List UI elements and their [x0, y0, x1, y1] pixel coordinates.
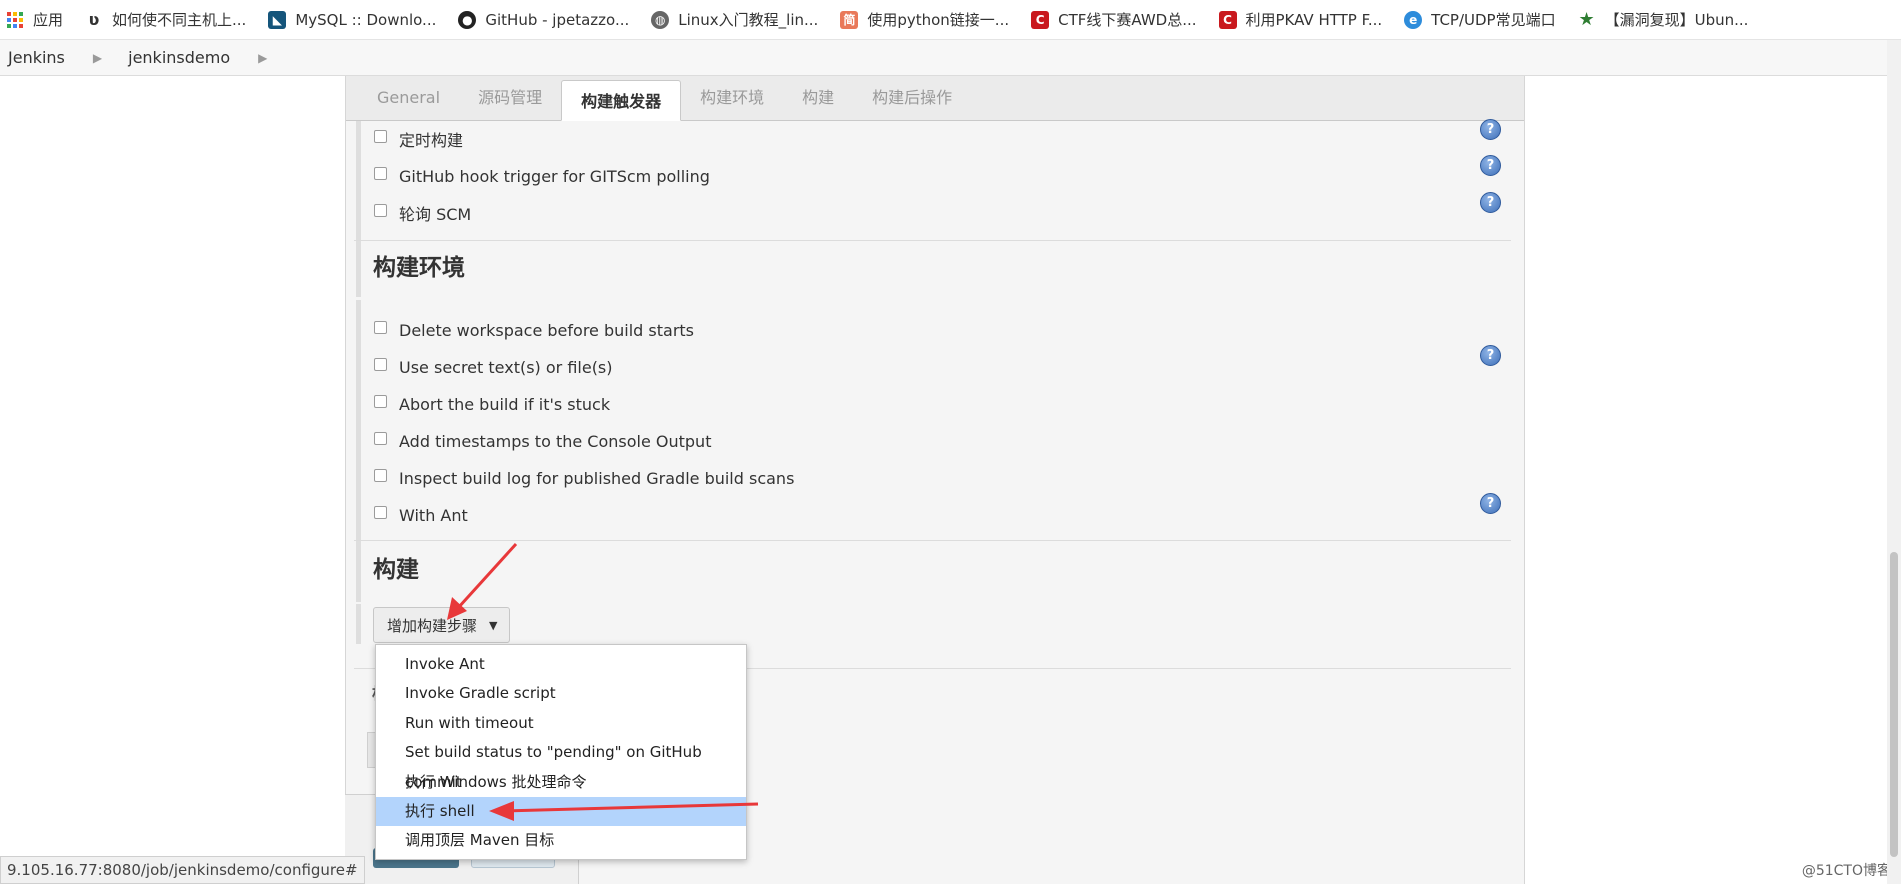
breadcrumb-jenkins[interactable]: Jenkins [8, 48, 65, 67]
bookmark-label: 【漏洞复现】Ubun... [1604, 11, 1749, 29]
status-url: 9.105.16.77:8080/job/jenkinsdemo/configu… [0, 856, 365, 884]
option-label: Delete workspace before build starts [399, 320, 695, 340]
bookmark-item[interactable]: ● GitHub - jpetazzo... [458, 10, 630, 29]
checkbox[interactable] [374, 468, 387, 482]
add-build-step-button[interactable]: 增加构建步骤 ▼ [373, 607, 510, 643]
csdn-icon: C [1218, 10, 1237, 29]
menu-item-invoke-gradle[interactable]: Invoke Gradle script [376, 679, 746, 708]
checkbox[interactable] [374, 320, 387, 334]
tab-build-environment[interactable]: 构建环境 [681, 75, 783, 120]
help-icon[interactable]: ? [1480, 155, 1501, 176]
caret-down-icon: ▼ [489, 618, 498, 632]
star-icon: ★ [1578, 9, 1595, 30]
menu-item-execute-shell[interactable]: 执行 shell [376, 796, 746, 827]
checkbox[interactable] [374, 394, 387, 408]
help-icon[interactable]: ? [1480, 119, 1501, 140]
section-title-build-env: 构建环境 [373, 255, 465, 281]
build-step-dropdown: Invoke Ant Invoke Gradle script Run with… [375, 644, 747, 860]
env-option[interactable]: Use secret text(s) or file(s) [374, 355, 613, 379]
apps-grid-icon [6, 11, 24, 29]
divider [354, 240, 1511, 241]
bookmark-item[interactable]: ◍ Linux入门教程_lin... [651, 9, 818, 30]
section-indent-bar [356, 604, 361, 644]
section-title-build: 构建 [373, 557, 419, 583]
chevron-right-icon[interactable]: ▶ [93, 51, 102, 65]
bookmark-label: 使用python链接一... [867, 11, 1010, 29]
option-label: Add timestamps to the Console Output [399, 431, 712, 451]
bookmark-label: TCP/UDP常见端口 [1431, 11, 1556, 29]
bookmark-apps[interactable]: 应用 [6, 9, 63, 30]
section-indent-bar [356, 121, 361, 297]
menu-item-set-build-status[interactable]: Set build status to "pending" on GitHub … [376, 738, 746, 790]
menu-item-windows-batch[interactable]: 执行 Windows 批处理命令 [376, 768, 746, 797]
bookmark-label: 如何使不同主机上... [112, 11, 247, 29]
help-icon[interactable]: ? [1480, 345, 1501, 366]
option-label: GitHub hook trigger for GITScm polling [399, 166, 710, 186]
env-option[interactable]: Abort the build if it's stuck [374, 392, 610, 416]
checkbox[interactable] [374, 166, 387, 180]
checkbox[interactable] [374, 203, 387, 217]
bookmark-item[interactable]: ◣ MySQL :: Downlo... [268, 10, 437, 29]
csdn-icon: C [1031, 10, 1050, 29]
checkbox[interactable] [374, 129, 387, 143]
trigger-option[interactable]: 轮询 SCM [374, 201, 471, 225]
env-option[interactable]: Add timestamps to the Console Output [374, 429, 711, 453]
bookmark-item[interactable]: 简 使用python链接一... [840, 9, 1009, 30]
option-label: 轮询 SCM [399, 205, 472, 224]
chevron-right-icon[interactable]: ▶ [258, 51, 267, 65]
bookmark-label: 利用PKAV HTTP F... [1245, 11, 1383, 29]
tab-scm[interactable]: 源码管理 [459, 75, 561, 120]
bookmark-label: GitHub - jpetazzo... [485, 10, 630, 29]
tab-post-build[interactable]: 构建后操作 [853, 75, 971, 120]
watermark: @51CTO博客 [1801, 863, 1891, 879]
tab-build-triggers[interactable]: 构建触发器 [561, 80, 682, 121]
env-option[interactable]: With Ant [374, 503, 468, 527]
checkbox[interactable] [374, 505, 387, 519]
help-icon[interactable]: ? [1480, 192, 1501, 213]
bookmark-label: MySQL :: Downlo... [295, 10, 437, 29]
env-option[interactable]: Inspect build log for published Gradle b… [374, 466, 794, 490]
option-label: Abort the build if it's stuck [399, 394, 611, 414]
menu-item-maven[interactable]: 调用顶层 Maven 目标 [376, 826, 746, 855]
env-option[interactable]: Delete workspace before build starts [374, 318, 694, 342]
checkbox[interactable] [374, 431, 387, 445]
option-label: Inspect build log for published Gradle b… [399, 468, 795, 488]
globe-icon: ◍ [651, 10, 670, 29]
bookmark-item[interactable]: ʋ 如何使不同主机上... [85, 9, 247, 30]
bookmark-item[interactable]: e TCP/UDP常见端口 [1404, 9, 1556, 30]
trigger-option[interactable]: 定时构建 [374, 127, 463, 151]
breadcrumb-job[interactable]: jenkinsdemo [128, 48, 230, 67]
bookmark-label: CTF线下赛AWD总... [1058, 11, 1197, 29]
mysql-icon: ◣ [268, 10, 287, 29]
github-icon: ● [458, 10, 477, 29]
checkbox[interactable] [374, 357, 387, 371]
jianshu-icon: 简 [840, 10, 859, 29]
tab-general[interactable]: General [358, 75, 459, 120]
option-label: Use secret text(s) or file(s) [399, 357, 613, 377]
bookmark-item[interactable]: C 利用PKAV HTTP F... [1218, 9, 1383, 30]
option-label: With Ant [399, 505, 468, 525]
section-indent-bar [356, 300, 361, 602]
bookmark-label: Linux入门教程_lin... [678, 11, 819, 29]
option-label: 定时构建 [399, 131, 464, 150]
divider [354, 540, 1511, 541]
bookmark-item[interactable]: C CTF线下赛AWD总... [1031, 9, 1197, 30]
edge-icon: e [1404, 10, 1423, 29]
tab-build[interactable]: 构建 [783, 75, 853, 120]
bookmark-label: 应用 [33, 11, 64, 29]
add-build-step-label: 增加构建步骤 [387, 616, 478, 635]
menu-item-run-with-timeout[interactable]: Run with timeout [376, 709, 746, 738]
config-tabs: General 源码管理 构建触发器 构建环境 构建 构建后操作 [346, 76, 1524, 121]
scrollbar-thumb[interactable] [1890, 552, 1898, 857]
bookmark-bar: 应用 ʋ 如何使不同主机上... ◣ MySQL :: Downlo... ● … [0, 0, 1901, 40]
bookmark-item[interactable]: ★ 【漏洞复现】Ubun... [1578, 9, 1749, 30]
site-icon: ʋ [88, 10, 100, 29]
help-icon[interactable]: ? [1480, 493, 1501, 514]
menu-item-invoke-ant[interactable]: Invoke Ant [376, 650, 746, 679]
trigger-option[interactable]: GitHub hook trigger for GITScm polling [374, 164, 710, 188]
breadcrumb: Jenkins ▶ jenkinsdemo ▶ [0, 40, 1901, 76]
vertical-scrollbar[interactable] [1887, 40, 1901, 884]
